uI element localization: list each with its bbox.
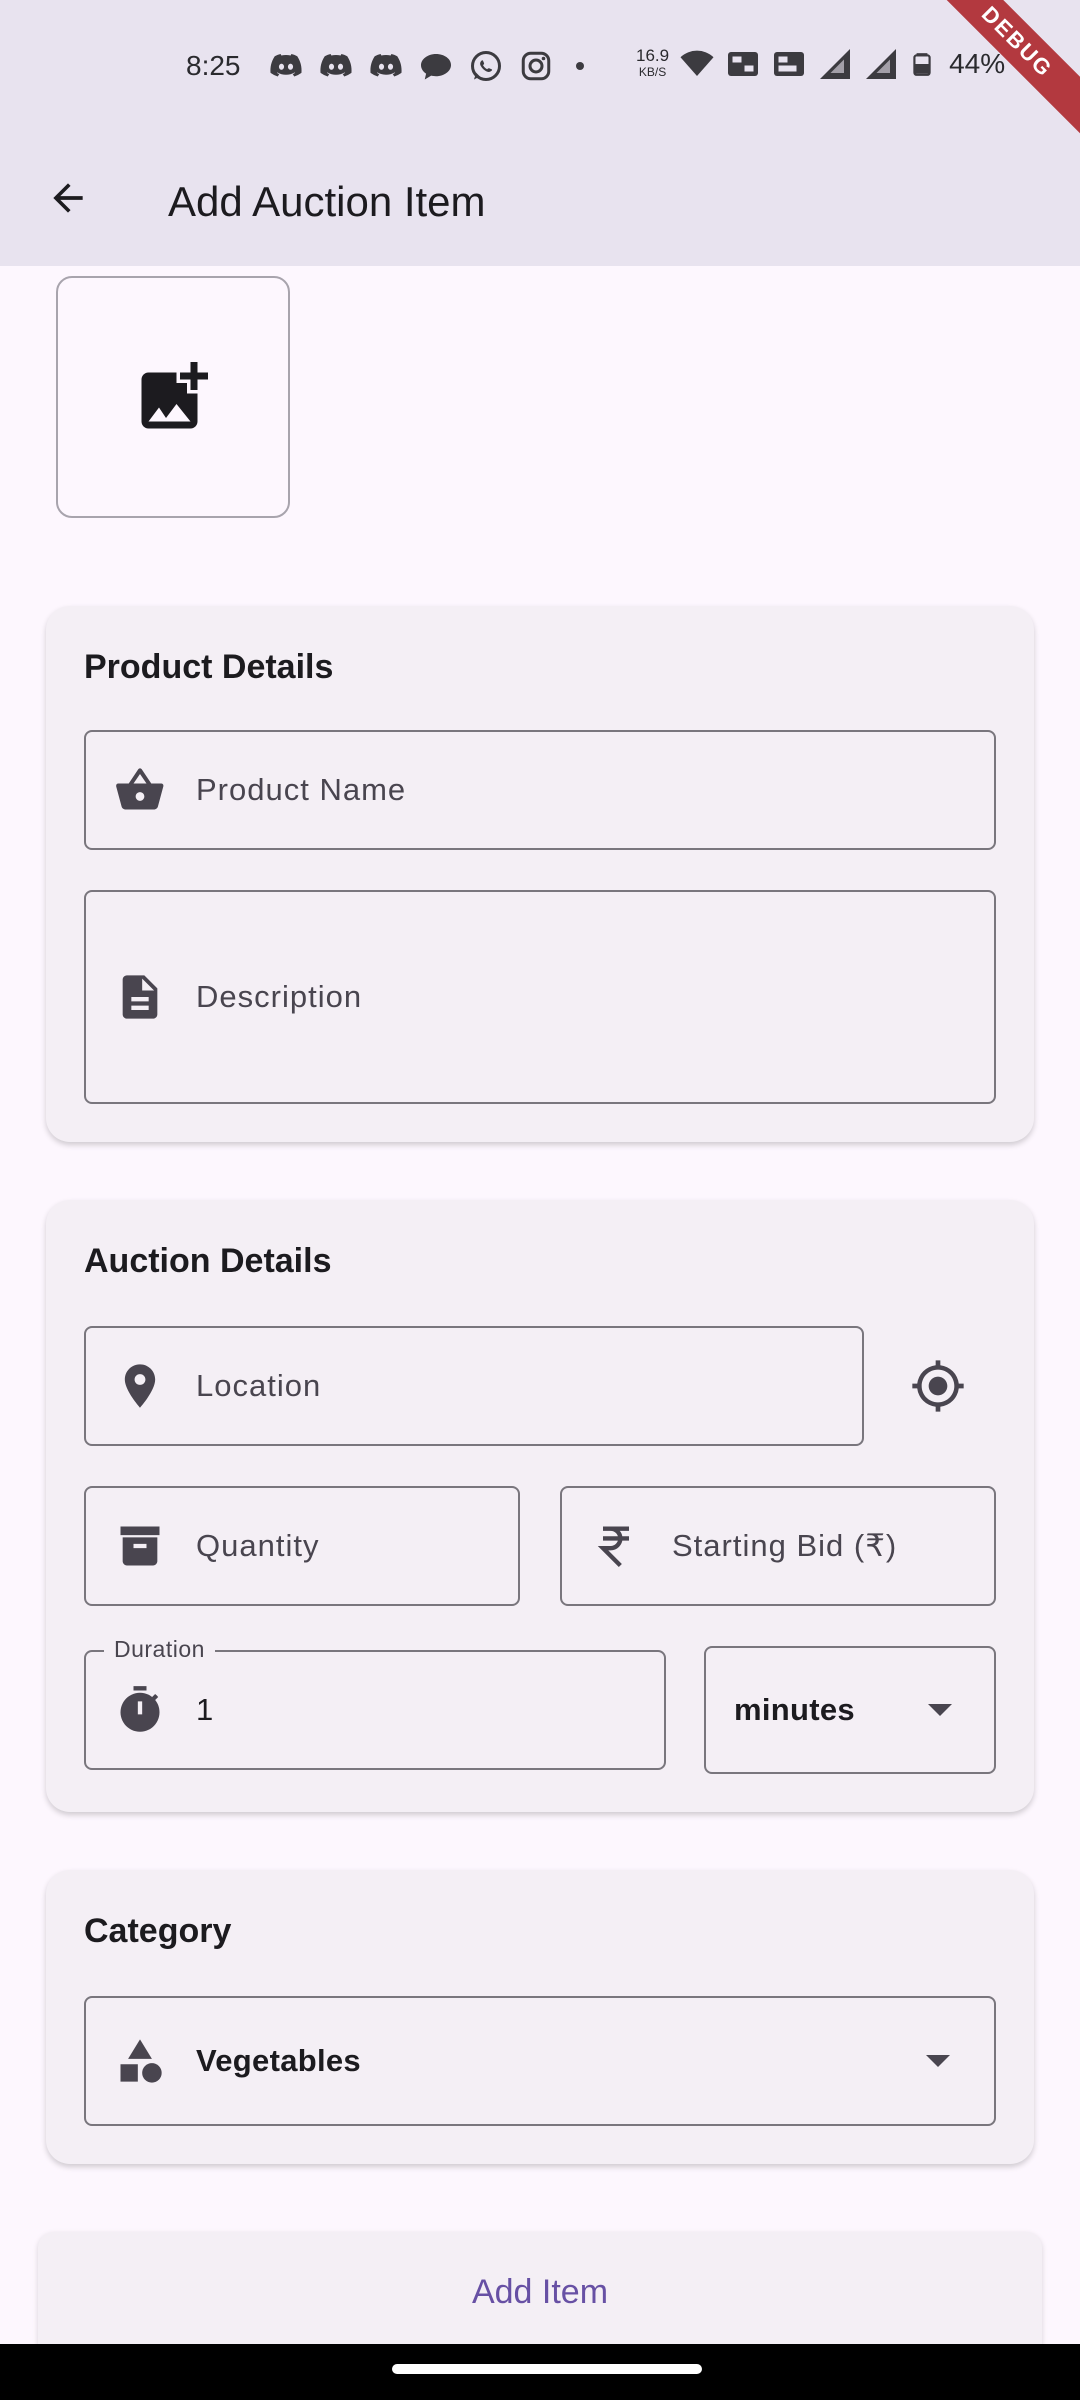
wifi-icon [680, 50, 714, 76]
duration-unit-dropdown[interactable]: minutes [704, 1646, 996, 1774]
instagram-icon [521, 51, 551, 81]
arrow-back-icon [53, 183, 83, 213]
quantity-placeholder: Quantity [196, 1528, 320, 1563]
description-icon [114, 971, 166, 1023]
dropdown-arrow-icon [926, 2055, 950, 2067]
page-title: Add Auction Item [168, 178, 486, 225]
auction-details-title: Auction Details [84, 1242, 332, 1280]
discord-icon [320, 54, 352, 77]
battery-icon [913, 53, 931, 76]
whatsapp-icon [471, 51, 501, 81]
app-bar: Add Auction Item [0, 136, 1080, 266]
duration-value: 1 [196, 1692, 215, 1727]
duration-field[interactable]: Duration 1 [84, 1636, 666, 1770]
auction-details-card: Auction Details Location Quantity Starti… [46, 1200, 1034, 1812]
product-name-field[interactable]: Product Name [84, 730, 996, 850]
notification-icons [268, 48, 592, 84]
quantity-field[interactable]: Quantity [84, 1486, 520, 1606]
signal-icon [820, 49, 851, 79]
vowifi-icon [728, 52, 759, 76]
description-field[interactable]: Description [84, 890, 996, 1104]
discord-icon [370, 54, 402, 77]
add-photo-icon [141, 362, 208, 429]
signal-icon [866, 49, 897, 79]
network-speed: 16.9 KB/S [636, 46, 670, 80]
volte-icon [774, 52, 805, 76]
net-speed-unit: KB/S [638, 65, 667, 79]
archive-icon [114, 1520, 166, 1572]
current-location-button[interactable] [902, 1350, 974, 1422]
rupee-icon [590, 1520, 642, 1572]
duration-unit-value: minutes [734, 1692, 855, 1727]
category-dropdown[interactable]: Vegetables [84, 1996, 996, 2126]
dropdown-arrow-icon [928, 1704, 952, 1716]
timer-icon [114, 1684, 166, 1736]
status-time: 8:25 [186, 50, 241, 81]
category-icon [114, 2035, 166, 2087]
product-details-card: Product Details Product Name Description [46, 606, 1034, 1142]
chat-bubble-icon [421, 54, 451, 80]
product-details-title: Product Details [84, 648, 334, 686]
battery-percent: 44% [949, 48, 1006, 79]
description-placeholder: Description [196, 979, 363, 1014]
category-title: Category [84, 1912, 232, 1950]
duration-label: Duration [104, 1636, 215, 1663]
system-status: 16.9 KB/S 44% [636, 46, 1005, 82]
starting-bid-field[interactable]: Starting Bid (₹) [560, 1486, 996, 1606]
category-card: Category Vegetables [46, 1870, 1034, 2164]
dot-icon [576, 62, 584, 70]
add-image-button[interactable] [56, 276, 290, 518]
discord-icon [270, 54, 302, 77]
navigation-bar [0, 2344, 1080, 2400]
my-location-icon [912, 1360, 964, 1412]
home-gesture-handle[interactable] [392, 2364, 702, 2374]
shopping-basket-icon [114, 764, 166, 816]
add-item-button[interactable]: Add Item [38, 2232, 1042, 2352]
status-bar: 8:25 16.9 KB/S 44% DEBUG [0, 0, 1080, 152]
location-field[interactable]: Location [84, 1326, 864, 1446]
net-speed-value: 16.9 [636, 46, 670, 65]
starting-bid-placeholder: Starting Bid (₹) [672, 1528, 898, 1563]
product-name-placeholder: Product Name [196, 772, 407, 807]
back-button[interactable] [36, 166, 100, 230]
location-placeholder: Location [196, 1368, 322, 1403]
location-pin-icon [114, 1360, 166, 1412]
category-selected-value: Vegetables [196, 2043, 361, 2078]
